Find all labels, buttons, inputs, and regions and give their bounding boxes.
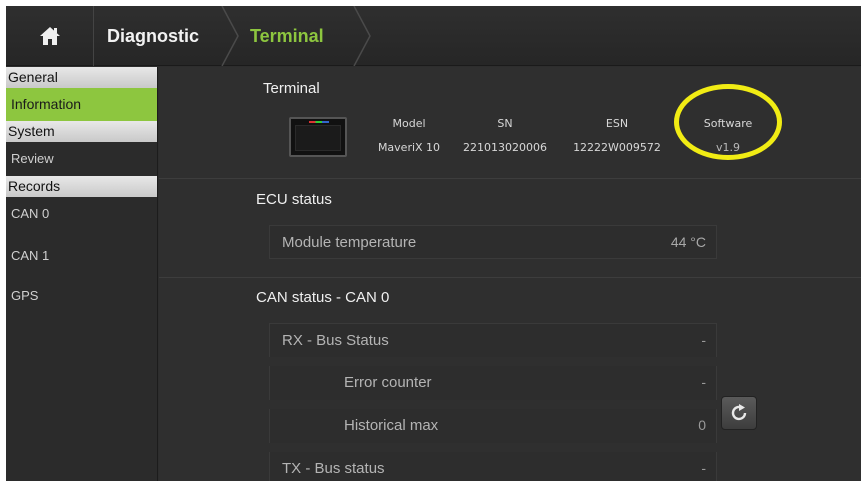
model-label: Model [392, 117, 426, 130]
sn-label: SN [497, 117, 513, 130]
sidebar-item-can-0[interactable]: CAN 0 [6, 197, 157, 239]
esn-value: 12222W009572 [573, 141, 661, 154]
error-counter-row: Error counter - [269, 366, 717, 400]
terminal-device-image [289, 117, 347, 157]
section-divider [159, 277, 861, 278]
sidebar-item-gps[interactable]: GPS [6, 279, 157, 313]
tx-bus-status-value: - [701, 460, 706, 476]
can-section-title: CAN status - CAN 0 [256, 289, 390, 306]
model-value: MaveriX 10 [377, 141, 441, 154]
sidebar-item-can-1[interactable]: CAN 1 [6, 239, 157, 279]
tx-bus-status-label: TX - Bus status [282, 460, 385, 477]
model-info: Model MaveriX 10 [369, 117, 449, 157]
device-screen [295, 125, 341, 151]
breadcrumb-terminal-label: Terminal [250, 25, 324, 46]
sidebar-item-information[interactable]: Information [6, 88, 157, 121]
header-bar: Diagnostic Terminal [6, 6, 861, 66]
ecu-section-title: ECU status [256, 191, 332, 208]
rx-bus-status-row: RX - Bus Status - [269, 323, 717, 357]
historical-max-value: 0 [698, 417, 706, 433]
error-counter-label: Error counter [344, 374, 432, 391]
device-leds [309, 121, 329, 123]
esn-info: ESN 12222W009572 [567, 117, 667, 157]
module-temperature-value: 44 °C [670, 234, 706, 250]
software-highlight-circle [674, 84, 782, 160]
historical-max-label: Historical max [344, 417, 439, 434]
terminal-section-title: Terminal [263, 80, 320, 97]
error-counter-value: - [701, 374, 706, 390]
module-temperature-row: Module temperature 44 °C [269, 225, 717, 259]
module-temperature-label: Module temperature [282, 234, 417, 251]
historical-max-row: Historical max 0 [269, 409, 717, 443]
breadcrumb-end-chevron-icon [353, 6, 371, 66]
refresh-icon [731, 404, 747, 421]
sidebar-heading-general: General [6, 67, 157, 88]
reset-historical-max-button[interactable] [721, 396, 757, 430]
section-divider [159, 178, 861, 179]
esn-label: ESN [605, 117, 629, 130]
home-icon [39, 27, 60, 45]
sidebar-heading-records: Records [6, 176, 157, 197]
terminal-screen: Diagnostic Terminal General Information … [6, 6, 861, 481]
main-content: Terminal Model MaveriX 10 SN 22101302000… [159, 67, 861, 481]
breadcrumb-diagnostic-label: Diagnostic [107, 25, 200, 46]
sn-info: SN 221013020006 [455, 117, 555, 157]
sidebar-item-review[interactable]: Review [6, 142, 157, 176]
breadcrumb-terminal[interactable]: Terminal [238, 6, 324, 66]
breadcrumb-diagnostic[interactable]: Diagnostic [94, 6, 226, 66]
sidebar: General Information System Review Record… [6, 67, 158, 481]
home-button[interactable] [6, 6, 94, 66]
sidebar-heading-system: System [6, 121, 157, 142]
rx-bus-status-label: RX - Bus Status [282, 332, 389, 349]
tx-bus-status-row: TX - Bus status - [269, 452, 717, 481]
sn-value: 221013020006 [463, 141, 547, 154]
rx-bus-status-value: - [701, 332, 706, 348]
